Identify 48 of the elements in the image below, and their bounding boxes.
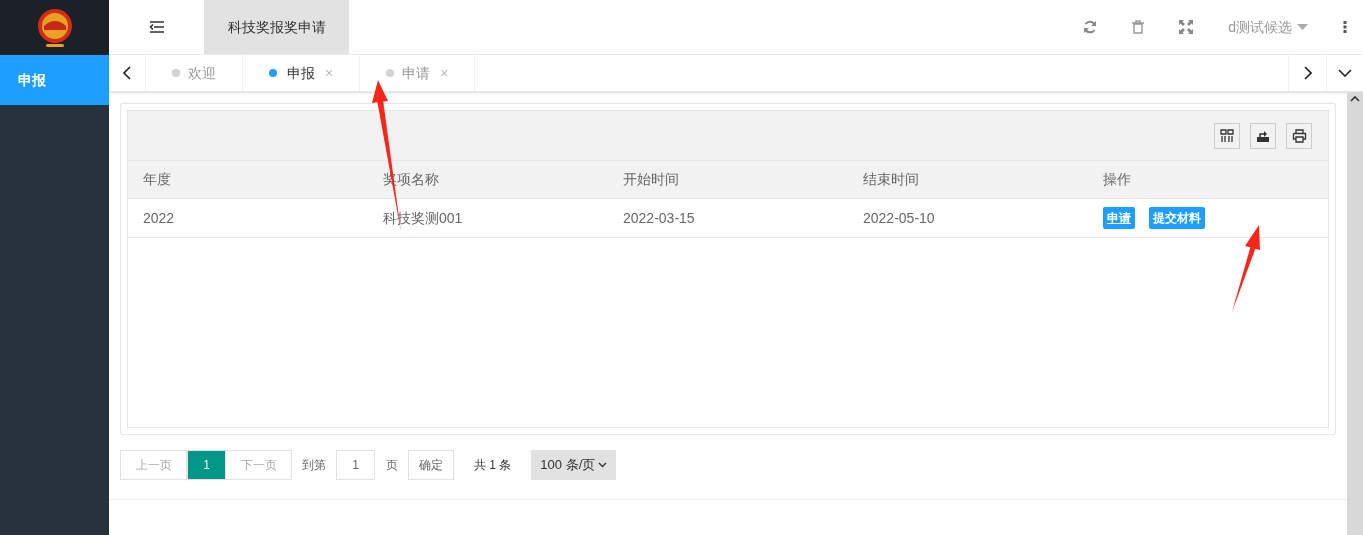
columns-icon — [1220, 128, 1234, 143]
print-icon — [1291, 128, 1307, 143]
chevron-down-icon — [598, 462, 608, 468]
column-header: 开始时间 — [622, 170, 680, 189]
fullscreen-icon[interactable] — [1179, 20, 1194, 34]
page-unit-label: 页 — [386, 457, 398, 474]
total-count: 共 1 条 — [474, 457, 512, 474]
caret-icon — [1297, 24, 1308, 30]
scroll-up-icon[interactable] — [1350, 95, 1360, 103]
previous-page-button[interactable]: 上一页 — [120, 450, 187, 480]
export-icon — [1256, 128, 1270, 143]
more-icon[interactable] — [1343, 20, 1347, 34]
column-header: 操作 — [1102, 170, 1132, 189]
tab-label: 欢迎 — [188, 63, 216, 83]
logo-icon — [35, 7, 74, 48]
sidebar-item[interactable]: 申报 — [0, 55, 109, 105]
columns-button[interactable] — [1214, 122, 1240, 149]
page-size-value: 100 条/页 — [540, 456, 596, 475]
print-button[interactable] — [1286, 122, 1312, 149]
column-header: 结束时间 — [862, 170, 920, 189]
trash-icon[interactable] — [1132, 20, 1145, 34]
table-cell-text: 2022 — [142, 208, 176, 228]
table-cell-text: 科技奖测001 — [382, 208, 464, 228]
menu-icon[interactable] — [148, 21, 165, 33]
goto-label: 到第 — [302, 457, 326, 474]
tab-label: 申报 — [287, 63, 315, 83]
chevron-left-icon — [123, 66, 131, 80]
tab-label: 申请 — [402, 63, 431, 83]
page-button[interactable]: 1 — [187, 450, 226, 480]
action-button[interactable]: 提交材料 — [1149, 207, 1205, 229]
chevron-right-icon — [1303, 66, 1312, 80]
export-button[interactable] — [1250, 122, 1276, 149]
user-menu[interactable]: d测试候选 — [1228, 16, 1308, 38]
tab[interactable]: 申报 × — [243, 55, 361, 91]
page-size-select[interactable]: 100 条/页 — [531, 450, 617, 480]
column-header: 年度 — [142, 170, 172, 189]
table-cell-text: 2022-03-15 — [622, 208, 696, 228]
action-button[interactable]: 申请 — [1103, 207, 1135, 229]
close-icon[interactable]: × — [325, 62, 334, 84]
page-input[interactable]: 1 — [336, 450, 375, 480]
close-icon[interactable]: × — [440, 62, 449, 84]
tab[interactable]: 欢迎 — [146, 55, 243, 91]
next-page-button[interactable]: 下一页 — [225, 450, 292, 480]
chevron-down-icon — [1338, 69, 1352, 77]
refresh-icon[interactable] — [1083, 20, 1098, 34]
confirm-button[interactable]: 确定 — [408, 450, 454, 480]
table-cell-text: 2022-05-10 — [862, 208, 936, 228]
header-tab[interactable]: 科技奖报奖申请 — [204, 0, 349, 54]
